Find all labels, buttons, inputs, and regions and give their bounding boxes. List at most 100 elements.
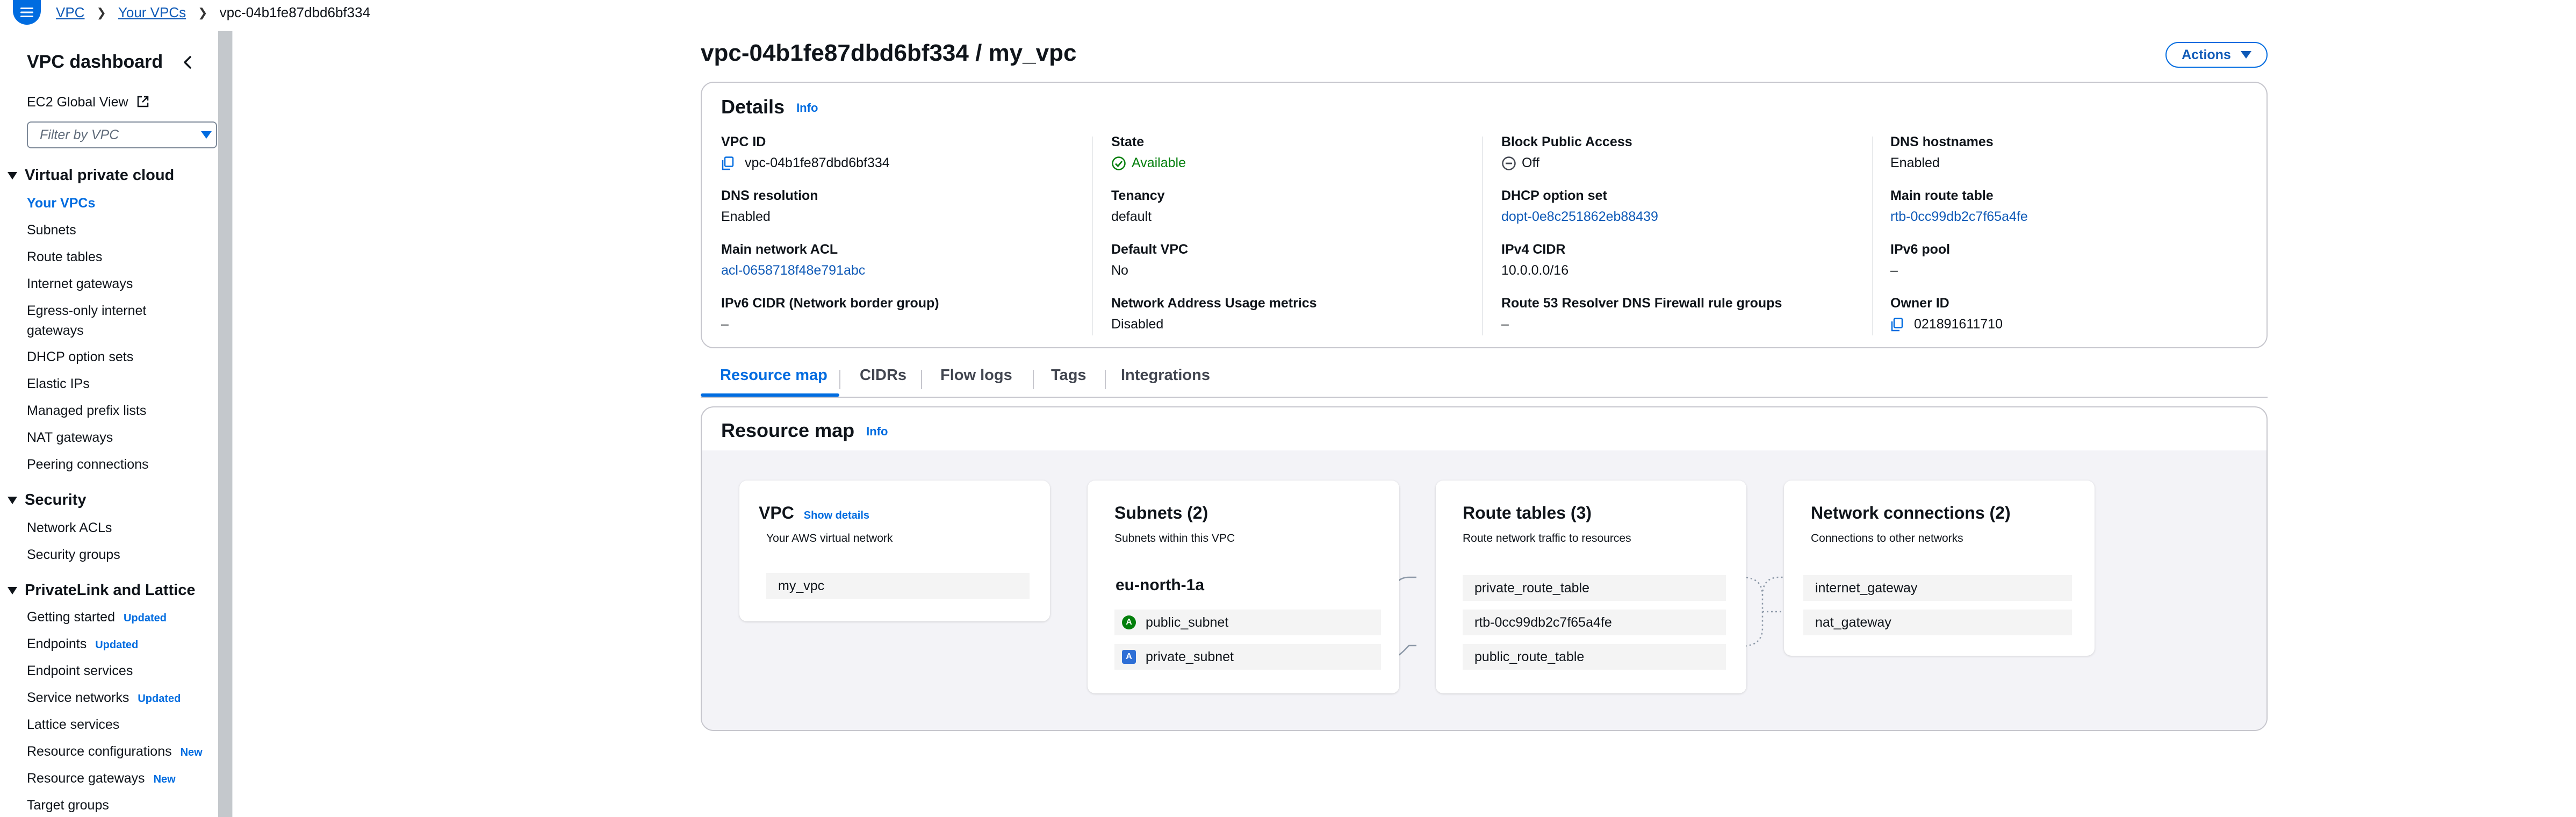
sidebar-item-label: Endpoints: [27, 636, 87, 651]
field-value: Off: [1501, 155, 1877, 171]
private-subnet-icon: A: [1122, 650, 1136, 664]
subnet-item-private[interactable]: A private_subnet: [1114, 644, 1381, 670]
sidebar-item-dhcp-option-sets[interactable]: DHCP option sets: [27, 349, 133, 365]
field-value: Enabled: [1890, 155, 1940, 170]
availability-zone-label: eu-north-1a: [1116, 576, 1204, 594]
breadcrumb-your-vpcs-link[interactable]: Your VPCs: [118, 4, 186, 21]
section-title: PrivateLink and Lattice: [25, 582, 196, 599]
copy-icon[interactable]: [1890, 317, 1903, 332]
sidebar-item-route-tables[interactable]: Route tables: [27, 249, 102, 265]
route-tables-card-title: Route tables (3): [1463, 503, 1592, 522]
vpc-card-title: VPC Show details: [759, 503, 869, 523]
sidebar-item-endpoints[interactable]: Endpoints Updated: [27, 636, 138, 652]
tab-resource-map[interactable]: Resource map: [720, 367, 828, 384]
sidebar-item-endpoint-services[interactable]: Endpoint services: [27, 663, 133, 679]
sidebar-title[interactable]: VPC dashboard: [27, 52, 163, 73]
resource-map-info-link[interactable]: Info: [866, 425, 888, 438]
tab-divider: [839, 370, 840, 389]
copy-icon[interactable]: [721, 156, 734, 170]
sidebar-item-getting-started[interactable]: Getting started Updated: [27, 610, 167, 625]
section-title: Virtual private cloud: [25, 167, 175, 184]
network-connection-item[interactable]: nat_gateway: [1803, 610, 2072, 635]
field-value: Disabled: [1111, 317, 1164, 332]
breadcrumb-vpc-link[interactable]: VPC: [56, 4, 84, 21]
external-link-icon: [138, 96, 149, 108]
sidebar-item-subnets[interactable]: Subnets: [27, 223, 76, 238]
sidebar-item-security-groups[interactable]: Security groups: [27, 547, 120, 563]
main-network-acl-link[interactable]: acl-0658718f48e791abc: [721, 263, 1097, 278]
field-ipv6-pool: IPv6 pool –: [1890, 242, 2266, 278]
field-value: 10.0.0.0/16: [1501, 263, 1569, 278]
new-badge: New: [180, 747, 203, 758]
resource-card-route-tables: Route tables (3) Route network traffic t…: [1436, 481, 1746, 693]
menu-toggle-button[interactable]: [13, 0, 41, 25]
sidebar-item-network-acls[interactable]: Network ACLs: [27, 520, 112, 536]
field-ipv6-cidr: IPv6 CIDR (Network border group) –: [721, 296, 1097, 332]
filter-placeholder: Filter by VPC: [40, 127, 119, 142]
sidebar-item-service-networks[interactable]: Service networks Updated: [27, 690, 181, 706]
active-tab-indicator: [701, 393, 839, 397]
sidebar: VPC dashboard EC2 Global View Filter by …: [0, 33, 220, 817]
vpc-filter-select[interactable]: Filter by VPC: [27, 121, 217, 148]
field-label: Owner ID: [1890, 296, 1949, 311]
resource-card-vpc: VPC Show details Your AWS virtual network…: [739, 481, 1050, 621]
main-route-table-link[interactable]: rtb-0cc99db2c7f65a4fe: [1890, 209, 2266, 225]
updated-badge: Updated: [138, 693, 181, 705]
route-table-item[interactable]: public_route_table: [1463, 644, 1726, 670]
sidebar-item-target-groups[interactable]: Target groups: [27, 798, 109, 813]
sidebar-section-virtual-private-cloud[interactable]: Virtual private cloud: [8, 167, 174, 184]
route-table-item[interactable]: rtb-0cc99db2c7f65a4fe: [1463, 610, 1726, 635]
sidebar-item-lattice-services[interactable]: Lattice services: [27, 717, 119, 733]
sidebar-item-peering-connections[interactable]: Peering connections: [27, 457, 149, 472]
sidebar-item-ec2-global-view[interactable]: EC2 Global View: [27, 95, 150, 110]
field-label: DHCP option set: [1501, 188, 1607, 203]
sidebar-item-your-vpcs[interactable]: Your VPCs: [27, 196, 95, 211]
breadcrumb-current: vpc-04b1fe87dbd6bf334: [219, 4, 371, 20]
status-success-icon: [1112, 156, 1126, 170]
show-details-link[interactable]: Show details: [804, 510, 869, 521]
field-nau-metrics: Network Address Usage metrics Disabled: [1111, 296, 1487, 332]
dhcp-option-set-link[interactable]: dopt-0e8c251862eb88439: [1501, 209, 1877, 225]
sidebar-item-managed-prefix-lists[interactable]: Managed prefix lists: [27, 403, 146, 419]
sidebar-section-privatelink-and-lattice[interactable]: PrivateLink and Lattice: [8, 582, 196, 599]
subnet-item-public[interactable]: A public_subnet: [1114, 610, 1381, 635]
subnet-name: private_subnet: [1146, 649, 1234, 664]
field-value: 021891611710: [1890, 317, 2266, 332]
tab-tags[interactable]: Tags: [1051, 367, 1086, 384]
state-value: Available: [1132, 155, 1186, 170]
field-label: Tenancy: [1111, 188, 1165, 203]
sidebar-item-label: Resource configurations: [27, 744, 172, 759]
caret-down-icon: [8, 496, 17, 504]
chevron-right-icon: ❯: [96, 5, 106, 19]
sidebar-item-egress-only-internet-gateways[interactable]: Egress-only internet gateways: [27, 303, 146, 339]
field-ipv4-cidr: IPv4 CIDR 10.0.0.0/16: [1501, 242, 1877, 278]
caret-down-icon: [2240, 51, 2251, 59]
network-connections-card-subtitle: Connections to other networks: [1811, 532, 1963, 544]
field-value: Available: [1111, 155, 1487, 171]
tab-flow-logs[interactable]: Flow logs: [940, 367, 1012, 384]
top-navigation: VPC ❯ Your VPCs ❯ vpc-04b1fe87dbd6bf334: [0, 0, 2576, 25]
vpc-item[interactable]: my_vpc: [766, 573, 1030, 599]
sidebar-item-resource-gateways[interactable]: Resource gateways New: [27, 771, 176, 786]
vpc-id-value: vpc-04b1fe87dbd6bf334: [745, 155, 890, 170]
block-public-access-value: Off: [1522, 155, 1539, 170]
collapse-sidebar-icon[interactable]: [179, 53, 196, 72]
route-table-item[interactable]: private_route_table: [1463, 575, 1726, 601]
tab-integrations[interactable]: Integrations: [1121, 367, 1210, 384]
sidebar-item-nat-gateways[interactable]: NAT gateways: [27, 430, 113, 446]
network-connection-item[interactable]: internet_gateway: [1803, 575, 2072, 601]
details-panel: Details Info VPC ID vpc-04b1fe87dbd6bf334…: [701, 82, 2268, 348]
sidebar-section-security[interactable]: Security: [8, 491, 86, 509]
sidebar-item-internet-gateways[interactable]: Internet gateways: [27, 276, 133, 292]
sidebar-item-resource-configurations[interactable]: Resource configurations New: [27, 744, 203, 759]
details-info-link[interactable]: Info: [796, 101, 818, 114]
tab-cidrs[interactable]: CIDRs: [860, 367, 906, 384]
page-title: vpc-04b1fe87dbd6bf334 / my_vpc: [701, 40, 1077, 66]
sidebar-item-elastic-ips[interactable]: Elastic IPs: [27, 376, 90, 392]
vpc-card-subtitle: Your AWS virtual network: [766, 532, 893, 544]
sidebar-item-label-line1: Egress-only internet: [27, 303, 147, 318]
resource-map-panel: Resource map Info VPC Show details Your AW…: [701, 406, 2268, 731]
route-tables-card-subtitle: Route network traffic to resources: [1463, 532, 1631, 544]
sidebar-scrollbar[interactable]: [218, 31, 232, 817]
actions-button[interactable]: Actions: [2165, 42, 2268, 68]
